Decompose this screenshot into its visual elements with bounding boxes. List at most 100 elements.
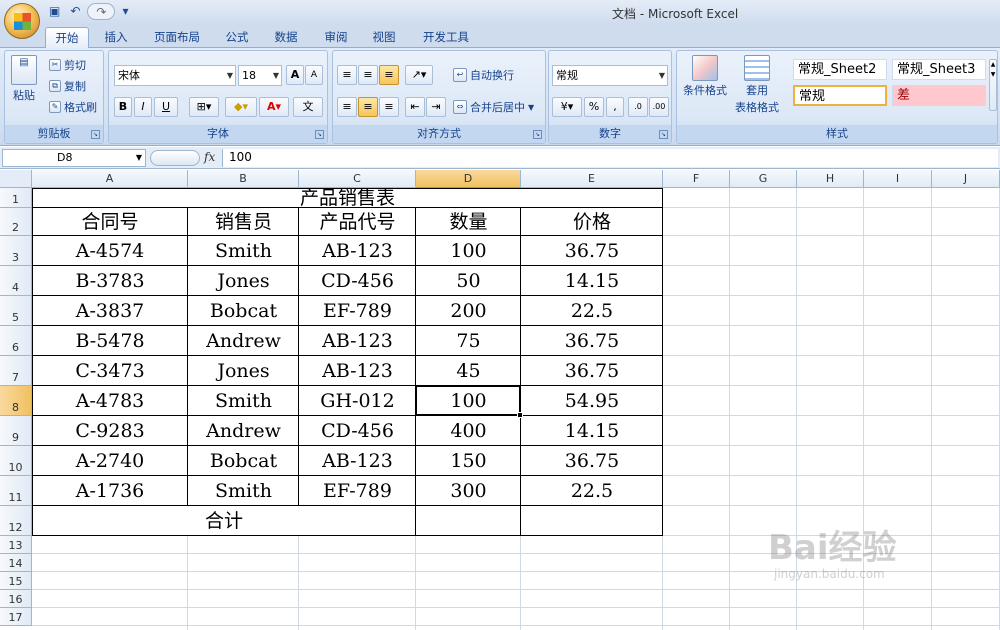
row-header-12[interactable]: 12 [0, 506, 32, 536]
cell-style-bad[interactable]: 差 [892, 85, 986, 106]
header-cell[interactable]: 产品代号 [299, 208, 416, 236]
align-left-button[interactable]: ≡ [337, 97, 357, 117]
customize-qat-button[interactable]: ▾ [119, 3, 131, 20]
data-cell[interactable]: Andrew [188, 416, 299, 446]
data-cell[interactable]: Bobcat [188, 446, 299, 476]
active-cell-d8[interactable] [415, 385, 521, 416]
header-cell[interactable]: 合同号 [32, 208, 188, 236]
column-header-d[interactable]: D [416, 170, 521, 188]
data-cell[interactable]: 36.75 [521, 446, 663, 476]
tab-insert[interactable]: 插入 [98, 27, 134, 48]
shrink-font-button[interactable]: A [305, 65, 323, 85]
data-cell[interactable]: A-4783 [32, 386, 188, 416]
office-button[interactable] [4, 3, 40, 39]
header-cell[interactable]: 价格 [521, 208, 663, 236]
data-cell[interactable]: 45 [416, 356, 521, 386]
data-cell[interactable]: 200 [416, 296, 521, 326]
font-color-button[interactable]: A▾ [259, 97, 289, 117]
data-cell[interactable]: AB-123 [299, 446, 416, 476]
data-cell[interactable]: Jones [188, 356, 299, 386]
fill-color-button[interactable]: ◆▾ [225, 97, 257, 117]
data-cell[interactable]: Smith [188, 476, 299, 506]
cell-style-normal-sheet2[interactable]: 常规_Sheet2 [793, 59, 887, 80]
data-cell[interactable]: Jones [188, 266, 299, 296]
row-header-11[interactable]: 11 [0, 476, 32, 506]
row-header-1[interactable]: 1 [0, 188, 32, 208]
column-header-f[interactable]: F [663, 170, 730, 188]
data-cell[interactable]: A-2740 [32, 446, 188, 476]
undo-button[interactable]: ↶ [67, 3, 83, 20]
data-cell[interactable]: 36.75 [521, 356, 663, 386]
data-cell[interactable]: Andrew [188, 326, 299, 356]
insert-function-icon[interactable]: fx [204, 150, 215, 164]
tab-developer[interactable]: 开发工具 [416, 27, 476, 48]
cell-style-normal[interactable]: 常规 [793, 85, 887, 106]
increase-decimal-button[interactable]: .0 [628, 97, 648, 117]
row-header-14[interactable]: 14 [0, 554, 32, 572]
table-title-cell[interactable]: 产品销售表 [32, 188, 663, 208]
row-header-17[interactable]: 17 [0, 608, 32, 626]
data-cell[interactable]: 36.75 [521, 326, 663, 356]
align-right-button[interactable]: ≡ [379, 97, 399, 117]
wrap-text-button[interactable]: ↩ 自动换行 [453, 67, 514, 83]
copy-button[interactable]: ⧉ 复制 [49, 78, 86, 94]
currency-button[interactable]: ¥▾ [552, 97, 582, 117]
cut-button[interactable]: ✂ 剪切 [49, 57, 86, 73]
format-painter-button[interactable]: ✎ 格式刷 [49, 99, 97, 115]
total-label-cell[interactable]: 合计 [32, 506, 416, 536]
data-cell[interactable]: B-3783 [32, 266, 188, 296]
row-header-3[interactable]: 3 [0, 236, 32, 266]
data-cell[interactable]: 14.15 [521, 266, 663, 296]
increase-indent-button[interactable]: ⇥ [426, 97, 446, 117]
data-cell[interactable]: 75 [416, 326, 521, 356]
data-cell[interactable]: 400 [416, 416, 521, 446]
formula-input[interactable]: 100 [222, 149, 998, 167]
row-header-9[interactable]: 9 [0, 416, 32, 446]
data-cell[interactable]: AB-123 [299, 356, 416, 386]
column-header-g[interactable]: G [730, 170, 797, 188]
conditional-format-button[interactable]: 条件格式 [683, 55, 727, 98]
clipboard-launcher-icon[interactable]: ↘ [91, 130, 100, 139]
row-header-2[interactable]: 2 [0, 208, 32, 236]
data-cell[interactable]: 22.5 [521, 296, 663, 326]
tab-home[interactable]: 开始 [45, 27, 89, 48]
data-cell[interactable]: 36.75 [521, 236, 663, 266]
row-header-8[interactable]: 8 [0, 386, 32, 416]
italic-button[interactable]: I [134, 97, 152, 117]
decrease-indent-button[interactable]: ⇤ [405, 97, 425, 117]
data-cell[interactable]: 100 [416, 236, 521, 266]
header-cell[interactable]: 数量 [416, 208, 521, 236]
tab-view[interactable]: 视图 [366, 27, 402, 48]
number-launcher-icon[interactable]: ↘ [659, 130, 668, 139]
tab-data[interactable]: 数据 [268, 27, 304, 48]
phonetic-button[interactable]: 文 [293, 97, 323, 117]
data-cell[interactable]: C-9283 [32, 416, 188, 446]
data-cell[interactable]: 22.5 [521, 476, 663, 506]
data-cell[interactable]: AB-123 [299, 236, 416, 266]
column-header-j[interactable]: J [932, 170, 1000, 188]
align-center-button[interactable]: ≡ [358, 97, 378, 117]
redo-button[interactable]: ↷ [87, 3, 116, 20]
percent-button[interactable]: % [584, 97, 604, 117]
data-cell[interactable]: AB-123 [299, 326, 416, 356]
font-launcher-icon[interactable]: ↘ [315, 130, 324, 139]
name-box[interactable]: D8 ▼ [2, 149, 146, 167]
column-header-h[interactable]: H [797, 170, 864, 188]
align-middle-button[interactable]: ≡ [358, 65, 378, 85]
format-as-table-button[interactable]: 套用 表格格式 [735, 55, 779, 115]
data-cell[interactable]: A-1736 [32, 476, 188, 506]
select-all-corner[interactable] [0, 170, 32, 188]
column-header-b[interactable]: B [188, 170, 299, 188]
font-name-select[interactable]: 宋体 ▼ [114, 65, 236, 86]
align-bottom-button[interactable]: ≡ [379, 65, 399, 85]
tab-formulas[interactable]: 公式 [220, 27, 254, 48]
total-price-cell[interactable] [521, 506, 663, 536]
row-header-4[interactable]: 4 [0, 266, 32, 296]
header-cell[interactable]: 销售员 [188, 208, 299, 236]
data-cell[interactable]: A-4574 [32, 236, 188, 266]
paste-button[interactable]: ▤ 粘贴 [11, 55, 37, 103]
data-cell[interactable]: B-5478 [32, 326, 188, 356]
cell-style-normal-sheet3[interactable]: 常规_Sheet3 [892, 59, 986, 80]
row-header-7[interactable]: 7 [0, 356, 32, 386]
data-cell[interactable]: 300 [416, 476, 521, 506]
